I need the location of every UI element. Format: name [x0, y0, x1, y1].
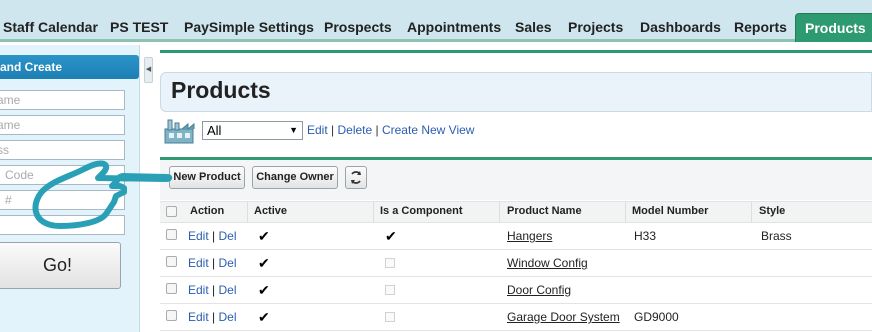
- column-divider: [373, 202, 374, 222]
- active-check-icon: ✔: [258, 282, 270, 298]
- product-name-link[interactable]: Door Config: [507, 283, 571, 297]
- column-divider: [751, 202, 752, 222]
- row-del-link[interactable]: Del: [218, 256, 236, 270]
- create-view-link[interactable]: Create New View: [382, 123, 474, 137]
- component-check-icon: ✔: [385, 228, 397, 244]
- chevron-left-icon: ◀: [145, 66, 152, 73]
- column-divider: [247, 202, 248, 222]
- row-edit-link[interactable]: Edit: [188, 310, 209, 324]
- row-edit-link[interactable]: Edit: [188, 229, 209, 243]
- column-header-action: Action: [190, 205, 225, 217]
- delete-view-link[interactable]: Delete: [337, 123, 372, 137]
- change-owner-button[interactable]: Change Owner: [252, 166, 338, 189]
- tab-ps-test[interactable]: PS TEST: [110, 13, 168, 42]
- tab-bar: Staff Calendar PS TEST PaySimple Setting…: [0, 0, 872, 42]
- product-name-link[interactable]: Garage Door System: [507, 310, 620, 324]
- tab-sales[interactable]: Sales: [515, 13, 552, 42]
- row-action: Edit | Del: [188, 256, 237, 270]
- sidebar-field-2-placeholder: ame: [0, 118, 21, 132]
- sidebar-field-2[interactable]: ame: [0, 115, 125, 135]
- active-check-icon: ✔: [258, 255, 270, 271]
- column-divider: [625, 202, 626, 222]
- refresh-icon: [351, 171, 361, 184]
- row-edit-link[interactable]: Edit: [188, 283, 209, 297]
- sidebar-field-6[interactable]: [0, 215, 125, 235]
- active-check-icon: ✔: [258, 309, 270, 325]
- tab-dashboards[interactable]: Dashboards: [640, 13, 721, 42]
- tab-appointments[interactable]: Appointments: [407, 13, 501, 42]
- sidebar-field-5-placeholder: #: [5, 193, 12, 207]
- view-links: Edit | Delete | Create New View: [307, 123, 475, 137]
- refresh-button[interactable]: [345, 166, 367, 189]
- row-checkbox[interactable]: [166, 229, 177, 240]
- sidebar-field-1[interactable]: ame: [0, 90, 125, 110]
- row-del-link[interactable]: Del: [218, 229, 236, 243]
- edit-view-link[interactable]: Edit: [307, 123, 328, 137]
- model-number: H33: [634, 229, 657, 243]
- sidebar-field-3[interactable]: ss: [0, 140, 125, 160]
- sidebar-field-1-placeholder: ame: [0, 93, 21, 107]
- sidebar-field-4[interactable]: Code: [0, 165, 125, 185]
- style-value: Brass: [761, 229, 792, 243]
- sidebar-field-3-placeholder: ss: [0, 143, 9, 157]
- tab-paysimple-settings[interactable]: PaySimple Settings: [184, 13, 314, 42]
- column-header-style[interactable]: Style: [759, 205, 785, 217]
- model-number: GD9000: [634, 310, 679, 324]
- view-select-value: All: [207, 123, 222, 138]
- view-select[interactable]: All ▼: [202, 121, 303, 140]
- tab-products[interactable]: Products: [795, 13, 872, 42]
- page-title: Products: [171, 77, 271, 103]
- product-name-link[interactable]: Window Config: [507, 256, 588, 270]
- go-button[interactable]: Go!: [0, 242, 121, 289]
- row-checkbox[interactable]: [166, 256, 177, 267]
- dropdown-caret-icon: ▼: [289, 125, 298, 135]
- product-name-link[interactable]: Hangers: [507, 229, 552, 243]
- column-header-model-number[interactable]: Model Number: [632, 205, 708, 217]
- row-action: Edit | Del: [188, 310, 237, 324]
- sidebar-header: and Create: [0, 55, 139, 79]
- row-checkbox[interactable]: [166, 283, 177, 294]
- tab-prospects[interactable]: Prospects: [324, 13, 392, 42]
- row-del-link[interactable]: Del: [218, 310, 236, 324]
- column-header-active[interactable]: Active: [254, 205, 287, 217]
- tab-staff-calendar[interactable]: Staff Calendar: [3, 13, 98, 42]
- component-unchecked-box: [385, 285, 395, 295]
- factory-icon: [164, 119, 195, 144]
- sidebar-field-4-placeholder: Code: [5, 168, 34, 182]
- column-header-product-name[interactable]: Product Name: [507, 205, 582, 217]
- row-checkbox[interactable]: [166, 310, 177, 321]
- new-product-button[interactable]: New Product: [169, 166, 245, 189]
- column-header-is-component[interactable]: Is a Component: [380, 205, 463, 217]
- row-action: Edit | Del: [188, 283, 237, 297]
- header-accent-line: [160, 50, 872, 53]
- row-edit-link[interactable]: Edit: [188, 256, 209, 270]
- tab-projects[interactable]: Projects: [568, 13, 623, 42]
- active-check-icon: ✔: [258, 228, 270, 244]
- row-action: Edit | Del: [188, 229, 237, 243]
- sidebar: and Create ame ame ss Code # Go!: [0, 45, 140, 332]
- salesforce-products-page: Staff Calendar PS TEST PaySimple Setting…: [0, 0, 872, 332]
- column-divider: [499, 202, 500, 222]
- tab-reports[interactable]: Reports: [734, 13, 787, 42]
- sidebar-field-5[interactable]: #: [0, 190, 125, 210]
- component-unchecked-box: [385, 312, 395, 322]
- component-unchecked-box: [385, 258, 395, 268]
- select-all-checkbox[interactable]: [166, 206, 177, 217]
- row-del-link[interactable]: Del: [218, 283, 236, 297]
- sidebar-collapse-handle[interactable]: ◀: [144, 57, 153, 83]
